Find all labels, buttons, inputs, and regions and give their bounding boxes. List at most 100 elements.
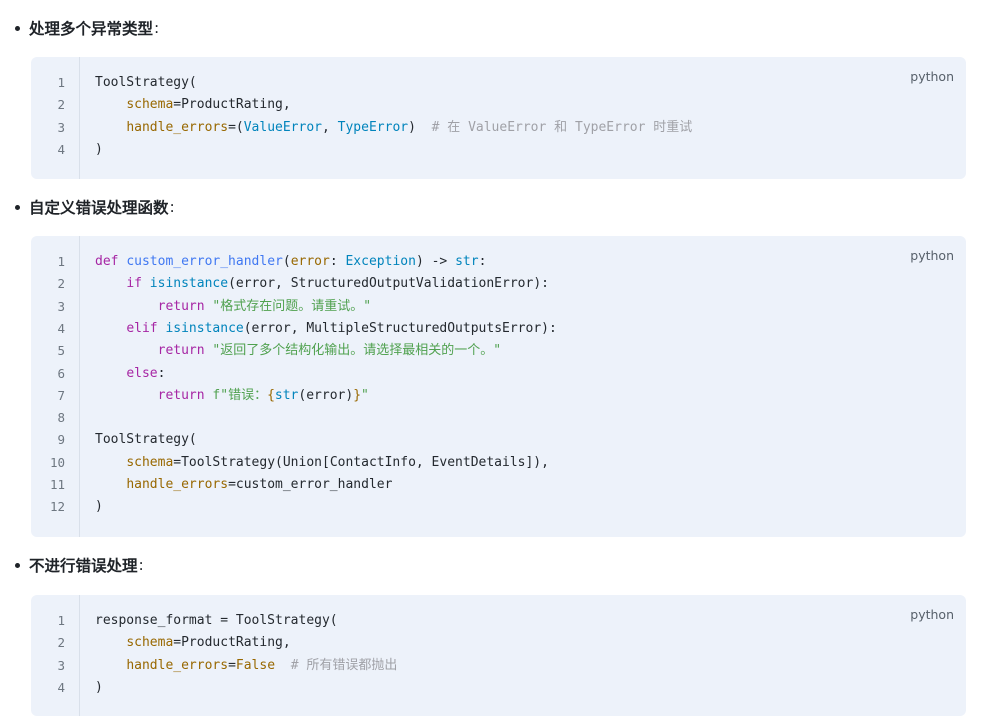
line-number: 10 [49, 454, 65, 470]
line-number: 4 [57, 141, 65, 157]
code-token: } [353, 387, 362, 403]
code-token: elif [126, 320, 166, 336]
code-token: False [235, 657, 276, 673]
line-number: 3 [57, 298, 65, 314]
list-item-section-2: 自定义错误处理函数 : [12, 195, 175, 219]
code-text: handle_errors=(ValueError, TypeError) # … [95, 117, 692, 139]
code-token: return [157, 387, 213, 403]
code-text: ) [95, 139, 103, 161]
code-token: (error, MultipleStructuredOutputsError): [243, 320, 557, 336]
code-token: str [274, 387, 299, 403]
code-token: =ToolStrategy(Union[ContactInfo, EventDe… [173, 454, 549, 470]
code-token: ) [95, 499, 103, 515]
code-token: ToolStrategy( [95, 75, 197, 90]
code-token: return [157, 298, 213, 314]
section-colon: : [138, 556, 144, 574]
line-number: 8 [57, 410, 65, 426]
line-number: 9 [57, 432, 65, 448]
code-block-2[interactable]: python 1 def custom_error_handler(error: … [31, 236, 966, 537]
line-number: 1 [57, 613, 65, 628]
code-token: if [126, 276, 150, 292]
line-number: 12 [49, 499, 65, 515]
code-token: ) [408, 119, 432, 135]
code-token: (error, StructuredOutputValidationError)… [228, 276, 549, 292]
code-token: ) [95, 141, 103, 157]
code-token: { [267, 387, 275, 403]
code-text: def custom_error_handler(error: Exceptio… [95, 251, 486, 273]
code-token: , [322, 119, 338, 135]
code-token: def [95, 254, 127, 269]
line-number: 2 [57, 635, 65, 651]
line-number: 1 [57, 254, 65, 269]
code-text: ) [95, 496, 103, 518]
code-token: Exception [345, 254, 416, 269]
code-text: if isinstance(error, StructuredOutputVal… [95, 273, 549, 295]
code-text: return "返回了多个结构化输出。请选择最相关的一个。" [95, 340, 501, 362]
section-title: 不进行错误处理 [29, 557, 138, 575]
code-token: schema [126, 454, 174, 470]
section-title: 自定义错误处理函数 [29, 199, 169, 217]
bullet-icon [15, 204, 20, 210]
line-number: 1 [57, 75, 65, 90]
line-number: 4 [57, 320, 65, 336]
code-block-1[interactable]: python 1 ToolStrategy(2 schema=ProductRat… [31, 57, 966, 179]
code-text: schema=ProductRating, [95, 632, 291, 654]
code-text: ToolStrategy( [95, 429, 197, 451]
code-token: =( [228, 119, 244, 135]
code-token: ToolStrategy( [95, 432, 197, 448]
code-token: : [157, 365, 166, 381]
code-token: error [290, 254, 330, 269]
code-token: # 在 ValueError 和 TypeError 时重试 [431, 119, 693, 135]
code-token: handle_errors [126, 477, 229, 492]
language-label: python [910, 607, 954, 622]
bullet-icon [15, 25, 20, 31]
code-token: custom_error_handler [126, 254, 283, 269]
code-token: ValueError [243, 119, 322, 135]
code-token: schema [126, 635, 174, 651]
code-token: return [157, 343, 213, 359]
code-token: = [228, 657, 236, 673]
code-token: isinstance [149, 276, 229, 292]
code-token: : [329, 254, 346, 269]
line-number: 3 [57, 657, 65, 673]
code-token: ) [95, 679, 103, 695]
line-number: 2 [57, 276, 65, 292]
code-token: =ProductRating, [173, 97, 291, 113]
line-number: 11 [49, 477, 65, 492]
code-text: return "格式存在问题。请重试。" [95, 296, 371, 318]
line-number: 2 [57, 97, 65, 113]
code-text: handle_errors=False # 所有错误都抛出 [95, 655, 397, 677]
code-block-3[interactable]: python 1 response_format = ToolStrategy(2… [31, 595, 966, 716]
code-text: ) [95, 677, 103, 699]
code-token: TypeError [337, 119, 409, 135]
code-token: =ProductRating, [173, 635, 291, 651]
code-text: ToolStrategy( [95, 72, 197, 94]
code-text: schema=ToolStrategy(Union[ContactInfo, E… [95, 452, 549, 474]
bullet-icon [15, 562, 20, 568]
list-item-section-1: 处理多个异常类型 : [12, 16, 159, 40]
language-label: python [910, 248, 954, 263]
code-token: f"错误： [212, 387, 268, 403]
line-number: 3 [57, 119, 65, 135]
code-text: return f"错误：{str(error)}" [95, 385, 369, 407]
language-label: python [910, 69, 954, 84]
code-token: handle_errors [126, 119, 229, 135]
section-colon: : [154, 19, 160, 37]
line-number: 6 [57, 365, 65, 381]
code-token: str [455, 254, 479, 269]
code-token: "返回了多个结构化输出。请选择最相关的一个。" [212, 343, 502, 359]
section-title: 处理多个异常类型 [29, 20, 154, 38]
line-number: 5 [57, 343, 65, 359]
code-text: elif isinstance(error, MultipleStructure… [95, 318, 557, 340]
